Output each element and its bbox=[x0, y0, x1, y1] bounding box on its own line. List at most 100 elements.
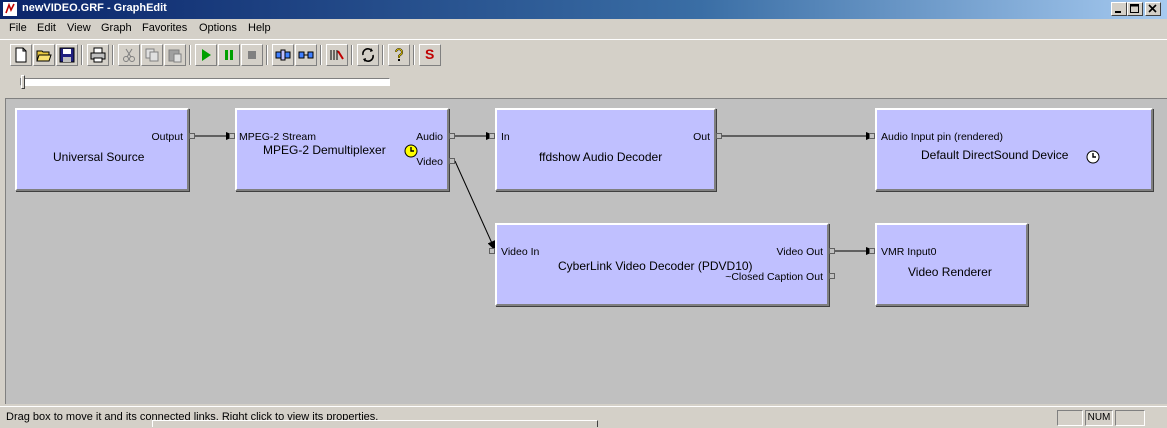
seek-button[interactable] bbox=[272, 44, 294, 66]
sync-icon bbox=[330, 50, 344, 60]
pin-out[interactable] bbox=[716, 133, 722, 139]
print-icon bbox=[90, 47, 106, 63]
print-button[interactable] bbox=[87, 44, 109, 66]
clock-icon bbox=[404, 144, 418, 158]
stats-icon: S bbox=[425, 46, 435, 62]
pin-in[interactable] bbox=[489, 133, 495, 139]
play-icon bbox=[202, 49, 211, 61]
close-icon bbox=[1148, 4, 1157, 13]
pin-vmr-input0-label: VMR Input0 bbox=[881, 246, 937, 258]
menu-edit[interactable]: Edit bbox=[37, 22, 56, 34]
pin-video-in-label: Video In bbox=[501, 246, 540, 258]
copy-button[interactable] bbox=[141, 44, 163, 66]
maximize-button[interactable] bbox=[1127, 2, 1143, 16]
graphedit-icon bbox=[3, 2, 17, 16]
graph-canvas[interactable]: Universal Source Output MPEG-2 Stream MP… bbox=[5, 98, 1167, 404]
menu-favorites[interactable]: Favorites bbox=[142, 22, 187, 34]
help-icon bbox=[395, 48, 403, 61]
pin-mpeg2-stream-label: MPEG-2 Stream bbox=[239, 131, 317, 143]
pin-vmr-input0[interactable] bbox=[869, 248, 875, 254]
seek-slider-thumb[interactable] bbox=[21, 75, 25, 89]
filter-name: MPEG-2 Demultiplexer bbox=[263, 143, 386, 157]
window-title: newVIDEO.GRF - GraphEdit bbox=[22, 2, 167, 14]
toolbar-separator bbox=[413, 45, 415, 65]
seek-icon bbox=[275, 49, 291, 61]
background-window-edge bbox=[152, 420, 598, 427]
toolbar-separator bbox=[351, 45, 353, 65]
filter-video-renderer[interactable]: VMR Input0 Video Renderer bbox=[875, 223, 1028, 306]
filter-default-directsound-device[interactable]: Audio Input pin (rendered) Default Direc… bbox=[875, 108, 1153, 191]
filter-name: Video Renderer bbox=[908, 265, 992, 279]
new-icon bbox=[15, 47, 27, 63]
new-button[interactable] bbox=[10, 44, 32, 66]
status-panel-num: NUM bbox=[1085, 410, 1113, 426]
title-bar[interactable]: newVIDEO.GRF - GraphEdit bbox=[0, 0, 1167, 19]
pin-audio[interactable] bbox=[449, 133, 455, 139]
filter-name: Default DirectSound Device bbox=[921, 148, 1069, 162]
close-button[interactable] bbox=[1145, 2, 1161, 16]
pin-closed-caption-out-label: ~Closed Caption Out bbox=[725, 271, 823, 283]
status-panel-caps bbox=[1057, 410, 1083, 426]
clock-icon bbox=[1086, 150, 1100, 164]
help-button[interactable] bbox=[388, 44, 410, 66]
cut-icon bbox=[123, 48, 135, 62]
toolbar-separator bbox=[382, 45, 384, 65]
toolbar: S bbox=[0, 39, 1167, 70]
pin-output-label: Output bbox=[151, 131, 183, 143]
filter-universal-source[interactable]: Universal Source Output bbox=[15, 108, 189, 191]
minimize-button[interactable] bbox=[1111, 2, 1127, 16]
stop-icon bbox=[248, 51, 256, 59]
filter-name: ffdshow Audio Decoder bbox=[539, 150, 663, 164]
frame-step-button[interactable] bbox=[295, 44, 317, 66]
save-icon bbox=[59, 47, 75, 63]
stop-button[interactable] bbox=[241, 44, 263, 66]
stats-button[interactable]: S bbox=[419, 44, 441, 66]
pin-video[interactable] bbox=[449, 158, 455, 164]
pin-out-label: Out bbox=[693, 131, 710, 143]
pin-audio-input-label: Audio Input pin (rendered) bbox=[881, 131, 1003, 143]
menu-graph[interactable]: Graph bbox=[101, 22, 132, 34]
paste-icon bbox=[168, 49, 182, 63]
minimize-icon bbox=[1115, 11, 1121, 13]
toolbar-separator bbox=[81, 45, 83, 65]
pin-audio-label: Audio bbox=[416, 131, 443, 143]
copy-icon bbox=[145, 48, 159, 62]
pin-video-in[interactable] bbox=[489, 248, 495, 254]
cut-button[interactable] bbox=[118, 44, 140, 66]
pin-mpeg2-stream[interactable] bbox=[229, 133, 235, 139]
maximize-icon bbox=[1130, 4, 1139, 13]
pin-output[interactable] bbox=[189, 133, 195, 139]
play-button[interactable] bbox=[195, 44, 217, 66]
refresh-button[interactable] bbox=[357, 44, 379, 66]
menu-view[interactable]: View bbox=[67, 22, 91, 34]
pin-video-out[interactable] bbox=[829, 248, 835, 254]
seek-slider[interactable] bbox=[20, 75, 390, 89]
menu-bar: File Edit View Graph Favorites Options H… bbox=[0, 19, 1167, 38]
filter-ffdshow-audio-decoder[interactable]: In ffdshow Audio Decoder Out bbox=[495, 108, 716, 191]
pin-in-label: In bbox=[501, 131, 510, 143]
frame-step-icon bbox=[298, 51, 314, 59]
toolbar-separator bbox=[189, 45, 191, 65]
toolbar-separator bbox=[320, 45, 322, 65]
pin-audio-input[interactable] bbox=[869, 133, 875, 139]
pin-video-out-label: Video Out bbox=[776, 246, 823, 258]
status-panel-scroll bbox=[1115, 410, 1145, 426]
open-button[interactable] bbox=[33, 44, 55, 66]
toolbar-separator bbox=[266, 45, 268, 65]
toolbar-separator bbox=[112, 45, 114, 65]
filter-name: CyberLink Video Decoder (PDVD10) bbox=[558, 259, 753, 273]
filter-mpeg2-demultiplexer[interactable]: MPEG-2 Stream MPEG-2 Demultiplexer Audio… bbox=[235, 108, 449, 191]
menu-help[interactable]: Help bbox=[248, 22, 271, 34]
refresh-icon bbox=[362, 48, 374, 62]
pin-closed-caption-out[interactable] bbox=[829, 273, 835, 279]
filter-name: Universal Source bbox=[53, 150, 145, 164]
paste-button[interactable] bbox=[164, 44, 186, 66]
filter-cyberlink-video-decoder[interactable]: Video In CyberLink Video Decoder (PDVD10… bbox=[495, 223, 829, 306]
pin-video-label: Video bbox=[416, 156, 443, 168]
open-icon bbox=[36, 50, 52, 62]
menu-file[interactable]: File bbox=[9, 22, 27, 34]
save-button[interactable] bbox=[56, 44, 78, 66]
menu-options[interactable]: Options bbox=[199, 22, 237, 34]
pause-button[interactable] bbox=[218, 44, 240, 66]
sync-button[interactable] bbox=[326, 44, 348, 66]
